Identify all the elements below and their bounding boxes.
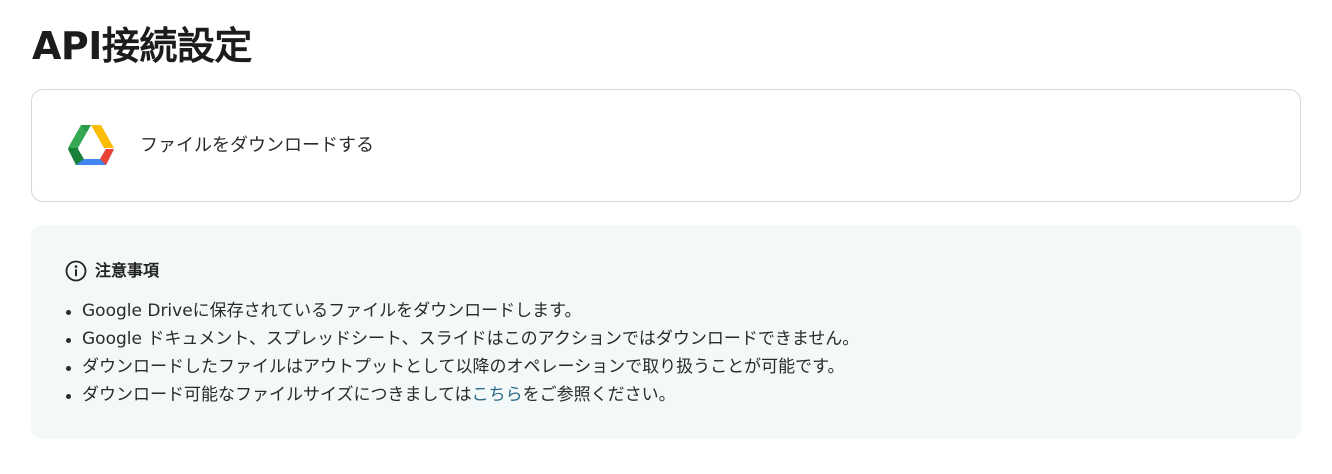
download-file-action-card[interactable]: ファイルをダウンロードする bbox=[31, 89, 1301, 202]
download-file-action-label: ファイルをダウンロードする bbox=[140, 135, 374, 156]
list-item: ダウンロード可能なファイルサイズにつきましてはこちらをご参照ください。 bbox=[65, 381, 859, 409]
notes-title: 注意事項 bbox=[95, 261, 160, 280]
file-size-note-suffix: をご参照ください。 bbox=[522, 385, 676, 405]
notes-header: 注意事項 bbox=[65, 260, 159, 282]
notes-panel: 注意事項 Google Driveに保存されているファイルをダウンロードします。… bbox=[31, 225, 1302, 439]
file-size-note-text: ダウンロード可能なファイルサイズにつきましては bbox=[82, 385, 472, 405]
notes-list: Google Driveに保存されているファイルをダウンロードします。 Goog… bbox=[65, 297, 859, 409]
google-drive-icon bbox=[66, 124, 116, 169]
list-item: ダウンロードしたファイルはアウトプットとして以降のオペレーションで取り扱うことが… bbox=[65, 353, 859, 381]
info-circle-icon bbox=[65, 260, 87, 282]
list-item: Google ドキュメント、スプレッドシート、スライドはこのアクションではダウン… bbox=[65, 325, 859, 353]
page-title: API接続設定 bbox=[32, 24, 252, 68]
file-size-info-link[interactable]: こちら bbox=[472, 385, 523, 405]
list-item: Google Driveに保存されているファイルをダウンロードします。 bbox=[65, 297, 859, 325]
